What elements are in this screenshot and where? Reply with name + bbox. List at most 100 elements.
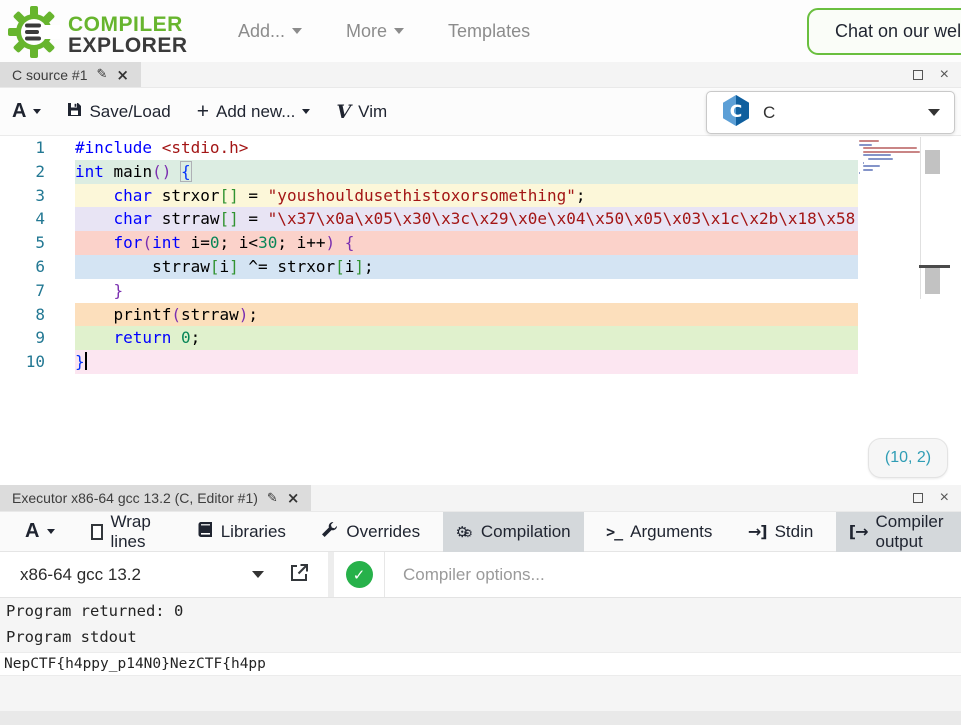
arguments-button[interactable]: >_ Arguments [593, 512, 725, 552]
font-icon: A [12, 100, 26, 123]
font-size-button[interactable]: A [12, 100, 41, 123]
line-number: 5 [0, 231, 45, 255]
maximize-pane-icon[interactable] [913, 493, 923, 503]
gears-icon: ⚙⚙ [456, 522, 473, 542]
code-line[interactable]: 10} [0, 350, 961, 374]
scrollbar-thumb[interactable] [925, 268, 940, 294]
gear-logo-icon [8, 4, 60, 65]
code-line[interactable]: 3 char strxor[] = "youshouldusethistoxor… [0, 184, 961, 208]
line-number: 4 [0, 207, 45, 231]
chevron-down-icon [47, 529, 55, 534]
vim-icon: V [336, 101, 351, 123]
cursor-position-badge: (10, 2) [868, 438, 948, 478]
line-number: 10 [0, 350, 45, 374]
c-language-icon: C [721, 94, 751, 132]
program-stdout-label: Program stdout [0, 624, 961, 650]
font-icon: A [25, 520, 39, 543]
wrench-icon [321, 521, 338, 543]
bottom-band [0, 711, 961, 725]
code-line[interactable]: 1#include <stdio.h> [0, 136, 961, 160]
arrow-out-of-bracket-icon: [→ [849, 522, 868, 541]
compiler-output-toggle[interactable]: [→ Compiler output [836, 512, 961, 552]
vim-toggle-button[interactable]: V Vim [336, 101, 387, 123]
success-check-icon: ✓ [346, 561, 373, 588]
code-line[interactable]: 9 return 0; [0, 326, 961, 350]
chevron-down-icon [928, 109, 940, 116]
chevron-down-icon [302, 109, 310, 114]
checkbox-icon [91, 524, 103, 540]
brand-compiler: COMPILER [68, 14, 188, 35]
add-new-button[interactable]: + Add new... [197, 100, 311, 124]
program-returned-line: Program returned: 0 [0, 598, 961, 624]
compiler-select[interactable]: x86-64 gcc 13.2 [0, 552, 270, 597]
minimap[interactable] [859, 140, 919, 174]
brand-logo[interactable]: COMPILER EXPLORER [8, 4, 188, 65]
floppy-icon [67, 102, 82, 122]
line-number: 1 [0, 136, 45, 160]
language-label: C [763, 103, 916, 123]
compilation-toggle[interactable]: ⚙⚙ Compilation [443, 512, 584, 552]
code-line[interactable]: 8 printf(strraw); [0, 303, 961, 327]
close-pane-icon[interactable]: × [940, 493, 949, 503]
external-link-icon [289, 562, 310, 588]
open-compiler-site-button[interactable] [270, 552, 328, 597]
compiler-row: x86-64 gcc 13.2 ✓ [0, 552, 961, 598]
book-icon [197, 521, 213, 543]
top-navbar: COMPILER EXPLORER Add... More Templates … [0, 0, 961, 62]
brand-text: COMPILER EXPLORER [68, 14, 188, 56]
chevron-down-icon [33, 109, 41, 114]
execution-output: Program returned: 0 Program stdout NepCT… [0, 598, 961, 725]
save-load-button[interactable]: Save/Load [67, 102, 170, 122]
compiler-explorer-app: COMPILER EXPLORER Add... More Templates … [0, 0, 961, 725]
code-line[interactable]: 5 for(int i=0; i<30; i++) { [0, 231, 961, 255]
line-number: 9 [0, 326, 45, 350]
chevron-down-icon [252, 571, 264, 578]
arrow-into-bracket-icon: →] [748, 522, 767, 541]
font-size-button[interactable]: A [12, 512, 68, 552]
plus-icon: + [197, 100, 209, 124]
menu-add[interactable]: Add... [238, 21, 302, 42]
line-number: 6 [0, 255, 45, 279]
rename-pencil-icon[interactable]: ✎ [267, 491, 278, 506]
menu-templates[interactable]: Templates [448, 21, 530, 42]
rename-pencil-icon[interactable]: ✎ [96, 67, 107, 82]
terminal-prompt-icon: >_ [606, 523, 622, 541]
main-menu: Add... More Templates [238, 0, 530, 62]
scrollbar-track-border [920, 137, 921, 299]
code-line[interactable]: 4 char strraw[] = "\x37\x0a\x05\x30\x3c\… [0, 207, 961, 231]
code-line[interactable]: 6 strraw[i] ^= strxor[i]; [0, 255, 961, 279]
menu-more[interactable]: More [346, 21, 404, 42]
libraries-button[interactable]: Libraries [184, 512, 299, 552]
line-number: 7 [0, 279, 45, 303]
overrides-button[interactable]: Overrides [308, 512, 433, 552]
code-line[interactable]: 2int main() { [0, 160, 961, 184]
line-number: 3 [0, 184, 45, 208]
svg-text:C: C [730, 102, 742, 122]
close-pane-icon[interactable]: × [940, 70, 949, 80]
compiler-options-input[interactable] [385, 552, 961, 597]
brand-explorer: EXPLORER [68, 35, 188, 56]
tab-c-source[interactable]: C source #1 ✎ × [0, 62, 141, 87]
code-editor[interactable]: 1#include <stdio.h>2int main() {3 char s… [0, 136, 961, 485]
tab-executor[interactable]: Executor x86-64 gcc 13.2 (C, Editor #1) … [0, 485, 311, 511]
chevron-down-icon [292, 28, 302, 34]
chevron-down-icon [394, 28, 404, 34]
close-tab-icon[interactable]: × [287, 489, 300, 507]
code-line[interactable]: 7 } [0, 279, 961, 303]
language-select[interactable]: C C [706, 91, 955, 134]
code-lines: 1#include <stdio.h>2int main() {3 char s… [0, 136, 961, 374]
maximize-pane-icon[interactable] [913, 70, 923, 80]
executor-toolbar: A Wrap lines Libraries Overrides ⚙⚙ Comp… [0, 512, 961, 552]
editor-tabstrip: C source #1 ✎ × × [0, 62, 961, 88]
text-cursor [85, 352, 87, 370]
line-number: 8 [0, 303, 45, 327]
scrollbar-thumb[interactable] [925, 150, 940, 174]
compile-status: ✓ [334, 552, 384, 597]
stdin-button[interactable]: →] Stdin [735, 512, 826, 552]
chat-button[interactable]: Chat on our welc [807, 8, 961, 55]
executor-tabstrip: Executor x86-64 gcc 13.2 (C, Editor #1) … [0, 485, 961, 512]
stdout-text[interactable]: NepCTF{h4ppy_p14N0}NezCTF{h4pp [0, 652, 961, 676]
close-tab-icon[interactable]: × [116, 66, 129, 84]
line-number: 2 [0, 160, 45, 184]
wrap-lines-checkbox[interactable]: Wrap lines [78, 512, 174, 552]
